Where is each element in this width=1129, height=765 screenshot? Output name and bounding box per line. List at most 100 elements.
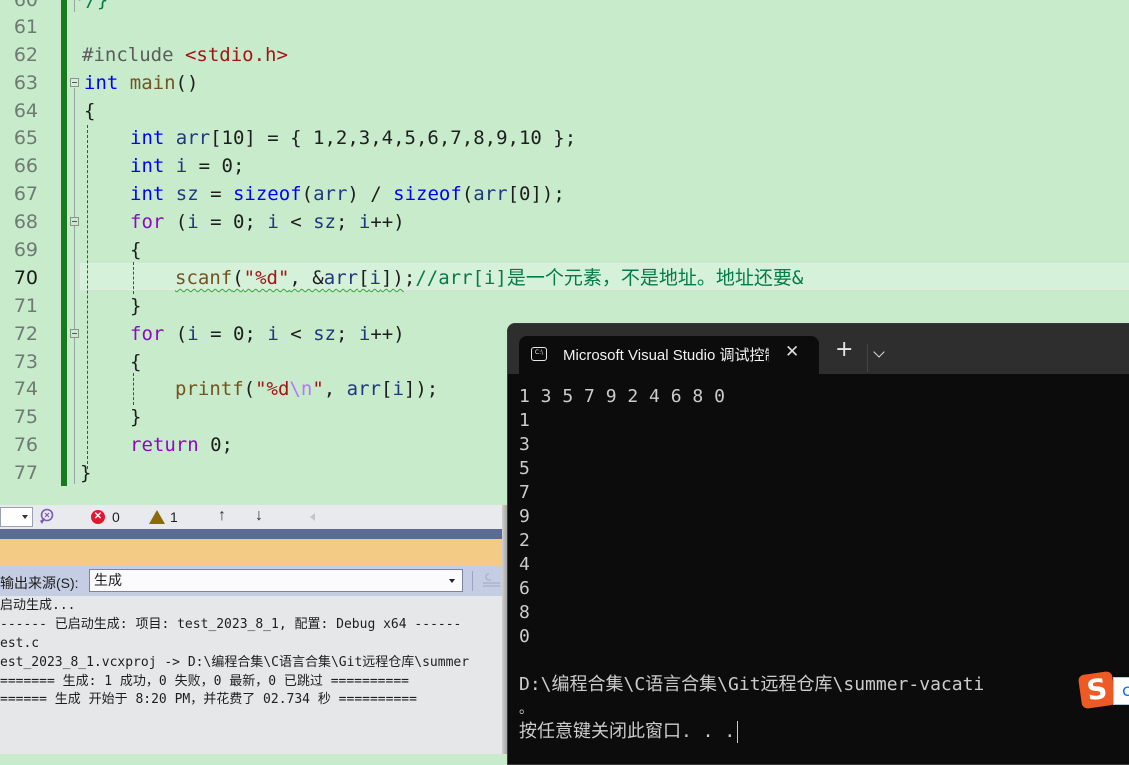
warning-squiggle[interactable]: scanf("%d", &arr[i]) (175, 267, 404, 289)
punctuation: ( (461, 183, 474, 205)
sogou-ime-widget[interactable]: S c (1077, 670, 1129, 711)
tab-separator (867, 344, 868, 372)
brace: } (80, 462, 92, 484)
word-wrap-icon[interactable] (481, 571, 501, 591)
include-header: <stdio.h> (184, 44, 288, 66)
operator: < (278, 211, 314, 233)
sogou-logo-icon[interactable]: S (1077, 670, 1117, 710)
terminal-icon: C:\ (531, 347, 547, 361)
code-line-63: int main() (84, 69, 198, 97)
variable: i (358, 323, 371, 345)
variable: arr (346, 378, 381, 400)
indent-guide (133, 373, 134, 405)
scroll-left-icon[interactable] (310, 513, 315, 521)
variable: sz (313, 323, 336, 345)
code-line-69: { (130, 236, 141, 264)
output-text-area[interactable]: 启动生成... ------ 已启动生成: 项目: test_2023_8_1,… (0, 596, 510, 754)
debug-console-window[interactable]: C:\ Microsoft Visual Studio 调试控制台 ✕ + 1 … (507, 323, 1129, 765)
output-toolbar: 输出来源(S): 生成 (0, 566, 510, 596)
brace: { (84, 100, 96, 122)
keyword: int (130, 183, 165, 205)
brace: { (130, 239, 142, 261)
code-line-65: int arr[10] = { 1,2,3,4,5,6,7,8,9,10 }; (130, 124, 576, 152)
variable: sz (164, 183, 199, 205)
semicolon: ; (403, 267, 416, 289)
error-icon[interactable]: ✕ (91, 510, 105, 524)
line-number: 62 (13, 44, 38, 66)
code-line-73: { (130, 348, 141, 376)
scope-dropdown[interactable] (0, 507, 33, 527)
keyword: sizeof (232, 183, 302, 205)
console-output-line: 6 (519, 578, 530, 599)
control-keyword: return (130, 434, 199, 456)
output-line: 启动生成... (0, 598, 76, 613)
brace: } (130, 295, 142, 317)
code-line-60: */} (74, 0, 108, 14)
punctuation: ( (164, 323, 188, 345)
console-input-line: 1 3 5 7 9 2 4 6 8 0 (519, 386, 725, 407)
console-output-line: 7 (519, 482, 530, 503)
ime-mode-indicator[interactable]: c (1113, 677, 1129, 705)
code-rest: = 0; (198, 211, 268, 233)
code-line-68: for (i = 0; i < sz; i++) (130, 208, 405, 236)
collapse-main-button[interactable] (70, 78, 79, 87)
code-line-75: } (130, 403, 141, 431)
collapse-for-button[interactable] (70, 217, 79, 226)
line-number: 68 (13, 211, 38, 233)
code-line-62: #include <stdio.h> (82, 41, 288, 69)
punctuation: ; (335, 323, 359, 345)
editor-status-strip: ✕ 0 1 ↑ ↓ (0, 505, 510, 529)
line-number: 64 (13, 100, 38, 122)
console-output-line: 2 (519, 530, 530, 551)
punctuation: () (175, 72, 199, 94)
punctuation: ]) (380, 267, 404, 289)
code-line-77: } (80, 459, 91, 487)
line-number: 63 (13, 72, 38, 94)
output-line: est_2023_8_1.vcxproj -> D:\编程合集\C语言合集\Gi… (0, 655, 470, 670)
line-number: 77 (13, 462, 38, 484)
next-issue-button[interactable]: ↓ (255, 507, 263, 525)
code-line-72: for (i = 0; i < sz; i++) (130, 320, 405, 348)
line-number: 66 (13, 155, 38, 177)
line-number-active: 70 (13, 267, 38, 289)
error-count[interactable]: 0 (112, 509, 120, 525)
punctuation: , (323, 378, 347, 400)
line-number: 73 (13, 351, 38, 373)
code-rest: = 0; (198, 323, 268, 345)
output-source-label: 输出来源(S): (0, 575, 79, 591)
code-rest: [0]); (507, 183, 565, 205)
output-panel-tab-strip (0, 539, 510, 566)
line-number: 60 (13, 0, 38, 11)
previous-issue-button[interactable]: ↑ (218, 507, 226, 525)
code-line-67: int sz = sizeof(arr) / sizeof(arr[0]); (130, 180, 565, 208)
function-name: printf (175, 378, 244, 400)
variable: arr (473, 183, 508, 205)
string-literal: "%d (255, 378, 290, 400)
line-number: 65 (13, 127, 38, 149)
new-tab-button[interactable]: + (835, 339, 853, 361)
comment-end: */} (74, 0, 109, 11)
punctuation: ( (301, 183, 314, 205)
output-line: ====== 生成 开始于 8:20 PM，并花费了 02.734 秒 ====… (0, 692, 417, 707)
collapse-for-button[interactable] (70, 329, 79, 338)
close-tab-button[interactable]: ✕ (785, 342, 799, 362)
console-tab-title: Microsoft Visual Studio 调试控制台 (563, 347, 769, 364)
console-titlebar[interactable]: C:\ Microsoft Visual Studio 调试控制台 ✕ + (508, 324, 1129, 374)
variable: i (187, 211, 199, 233)
chevron-down-icon[interactable] (873, 346, 885, 358)
punctuation: [ (380, 378, 393, 400)
variable: i (164, 155, 188, 177)
operator: ++) (370, 211, 405, 233)
warning-count[interactable]: 1 (170, 509, 178, 525)
console-output-line: 9 (519, 506, 530, 527)
output-source-select[interactable]: 生成 (89, 569, 463, 592)
warning-icon[interactable] (149, 510, 165, 524)
output-source-value: 生成 (94, 572, 122, 588)
operator: , & (289, 267, 324, 289)
operator: ) / (347, 183, 394, 205)
chevron-down-icon (449, 579, 455, 583)
code-line-76: return 0; (130, 431, 233, 459)
intellicode-icon[interactable] (37, 508, 55, 526)
console-tab[interactable]: C:\ Microsoft Visual Studio 调试控制台 ✕ (519, 336, 819, 374)
punctuation: [ (358, 267, 370, 289)
